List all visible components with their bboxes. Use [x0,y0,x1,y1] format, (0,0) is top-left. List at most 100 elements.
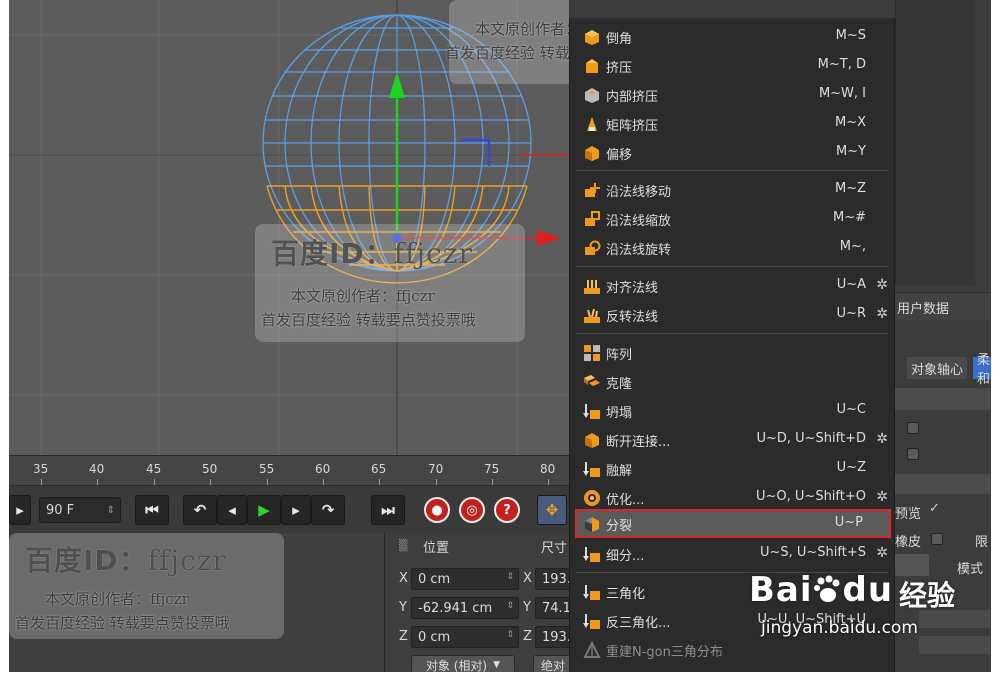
object-axis-tab[interactable]: 对象轴心 [907,357,968,379]
menu-item-subdivide[interactable]: 细分... U~S, U~Shift+S ✲ [570,539,894,568]
record-keyframe-icon[interactable]: ● [424,497,450,523]
position-x-input[interactable]: 0 cm ⇕ [411,568,519,590]
position-header: 位置 [423,541,450,556]
bevel-icon [582,27,602,47]
menu-item-extrude[interactable]: 挤压 M~T, D [570,51,894,80]
tick-35: 35 [33,462,49,476]
melt-icon [582,459,602,479]
next-key-icon[interactable]: ↷ [311,495,345,525]
absolute-mode-button[interactable]: 绝对 [533,655,573,672]
disconnect-icon [582,430,602,450]
menu-item-optimize[interactable]: 优化... U~O, U~Shift+O ✲ [570,483,894,512]
menu-item-clone[interactable]: 克隆 [570,367,894,396]
keyframe-selection-icon[interactable]: ? [494,497,520,523]
menu-item-array[interactable]: 阵列 [570,338,894,367]
triangulate-icon [582,582,602,602]
move-tool-icon[interactable]: ✥ [537,495,567,525]
tick-70: 70 [428,462,444,476]
pos-y-label: Y [399,600,407,615]
user-data-tab[interactable]: 用户数据 [897,298,949,317]
normal-scale-icon [582,209,602,229]
baidu-url-text: jingyan.baidu.com [761,618,918,638]
extrude-icon [582,56,602,76]
tick-65: 65 [371,462,387,476]
rubber-checkbox[interactable] [931,533,943,545]
go-to-end-icon[interactable]: ⏭ [371,495,405,525]
menu-item-normal-scale[interactable]: 沿法线缩放 M~# [570,204,894,233]
soft-selection-tab[interactable]: 柔和 [973,353,991,387]
menu-item-extrude-inner[interactable]: 内部挤压 M~W, I [570,80,894,109]
menu-item-normal-move[interactable]: 沿法线移动 M~Z [570,175,894,204]
auto-keyframe-icon[interactable]: ◎ [459,497,485,523]
gear-icon[interactable]: ✲ [876,545,888,561]
baidu-jingyan-logo: Bai du 经验 jingyan.baidu.com [749,570,959,660]
menu-item-reverse-normals[interactable]: 反转法线 U~R ✲ [570,300,894,329]
array-icon [582,343,602,363]
side-letter: 限 [975,535,989,550]
menu-item-melt[interactable]: 融解 U~Z [570,454,894,483]
preview-checkmark[interactable]: ✓ [929,501,940,516]
tick-60: 60 [315,462,331,476]
coordinate-mode-dropdown[interactable]: 对象 (相对) ▼ [411,655,515,672]
gear-icon[interactable]: ✲ [876,306,888,322]
previous-frame-icon[interactable]: ◂ [217,495,247,525]
menu-item-offset[interactable]: 偏移 M~Y [570,138,894,167]
end-frame-field[interactable]: 90 F ⇕ [39,497,121,523]
size-z-label: Z [523,629,532,644]
menu-item-normal-rotate[interactable]: 沿法线旋转 M~, [570,233,894,262]
option-checkbox-1[interactable] [907,422,919,434]
option-checkbox-2[interactable] [907,448,919,460]
chevron-down-icon: ▼ [493,660,501,670]
preview-label: 预览 [895,507,922,522]
3d-viewport[interactable]: 百度ID：ffjczr 本文原创作者：ffjczr 首发百度经验 转载要点赞投票… [9,0,569,455]
coordinates-panel: ▒ 位置 尺寸 X 0 cm⇕ X 193.1 Y -62.941 cm⇕ Y … [384,533,575,672]
tick-55: 55 [259,462,275,476]
align-normals-icon [582,276,602,296]
gear-icon[interactable]: ✲ [876,277,888,293]
timeline-ruler[interactable]: 35 40 45 50 55 60 65 70 75 80 [9,455,569,485]
paw-icon [813,575,840,602]
gear-icon[interactable]: ✲ [876,431,888,447]
size-y-label: Y [523,600,531,615]
collapse-icon [582,401,602,421]
menu-item-bevel[interactable]: 倒角 M~S [570,22,894,51]
extrude-inner-icon [582,85,602,105]
subdivide-icon [582,544,602,564]
position-z-input[interactable]: 0 cm ⇕ [411,626,519,648]
gear-icon[interactable]: ✲ [876,489,888,505]
mode-label: 模式 [957,562,984,577]
cinema4d-window: 百度ID：ffjczr 本文原创作者：ffjczr 首发百度经验 转载要点赞投票… [9,0,991,672]
tick-40: 40 [89,462,105,476]
tick-45: 45 [146,462,162,476]
untriangulate-icon [582,611,602,631]
reverse-normals-icon [582,305,602,325]
rubber-label: 橡皮 [895,535,922,550]
menu-item-split[interactable]: 分裂 U~P [575,509,891,538]
tick-80: 80 [540,462,556,476]
transport-bar: ▸ 90 F ⇕ ⏮ ↶ ◂ ▶ ▸ ↷ ⏭ ● ◎ ? ✥ [9,485,569,533]
previous-key-icon[interactable]: ↶ [183,495,217,525]
normal-rotate-icon [582,238,602,258]
pos-z-label: Z [399,629,408,644]
pos-x-label: X [399,571,408,586]
menu-item-align-normals[interactable]: 对齐法线 U~A ✲ [570,271,894,300]
next-frame-icon[interactable]: ▸ [281,495,311,525]
z-axis-handle [461,138,491,166]
play-forward-small-icon[interactable]: ▸ [9,495,31,525]
go-to-start-icon[interactable]: ⏮ [135,495,169,525]
size-x-label: X [523,571,532,586]
tick-75: 75 [484,462,500,476]
clone-icon [582,372,602,392]
position-y-input[interactable]: -62.941 cm ⇕ [411,597,519,619]
material-manager-panel: 百度ID：ffjczr 本文原创作者：ffjczr 首发百度经验 转载要点赞投票… [9,533,384,672]
play-icon[interactable]: ▶ [247,495,281,525]
normal-move-icon [582,180,602,200]
menu-item-matrix-extrude[interactable]: 矩阵挤压 M~X [570,109,894,138]
tick-50: 50 [202,462,218,476]
baidu-brand-text: Bai du [749,570,894,610]
size-header: 尺寸 [541,541,568,556]
grip-icon: ▒ [399,539,408,552]
menu-item-disconnect[interactable]: 断开连接... U~D, U~Shift+D ✲ [570,425,894,454]
retriangulate-ngons-icon [582,640,602,660]
menu-item-collapse[interactable]: 坍塌 U~C [570,396,894,425]
